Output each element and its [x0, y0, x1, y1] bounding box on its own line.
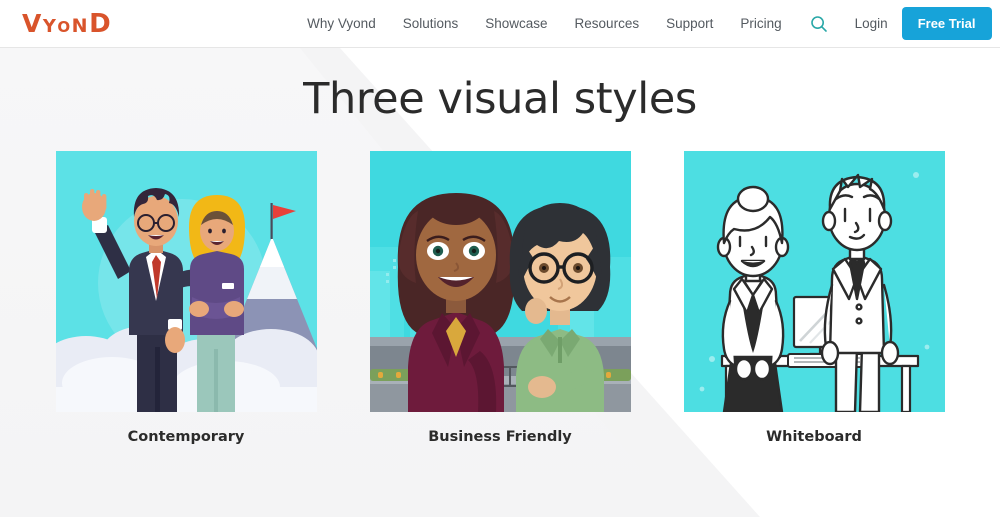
logo-letter-v: V: [22, 11, 42, 36]
logo-letter-o: O: [57, 20, 70, 35]
style-caption-contemporary: Contemporary: [56, 429, 317, 445]
style-caption-whiteboard: Whiteboard: [684, 429, 945, 445]
logo-letter-d: D: [89, 11, 111, 37]
nav-item-showcase[interactable]: Showcase: [485, 16, 547, 31]
style-thumbnail-whiteboard[interactable]: [684, 151, 945, 412]
site-header: V Y O N D Why Vyond Solutions Showcase R…: [0, 0, 1000, 48]
vyond-logo[interactable]: V Y O N D: [22, 11, 111, 37]
style-card-contemporary[interactable]: Contemporary: [56, 151, 317, 445]
whiteboard-illustration: [684, 151, 945, 412]
logo-letter-n: N: [72, 17, 88, 36]
style-thumbnail-contemporary[interactable]: [56, 151, 317, 412]
style-card-business-friendly[interactable]: Business Friendly: [370, 151, 631, 445]
style-card-whiteboard[interactable]: Whiteboard: [684, 151, 945, 445]
style-caption-business-friendly: Business Friendly: [370, 429, 631, 445]
search-icon[interactable]: [809, 14, 829, 34]
nav-item-pricing[interactable]: Pricing: [740, 16, 781, 31]
nav-item-why-vyond[interactable]: Why Vyond: [307, 16, 376, 31]
login-link[interactable]: Login: [855, 16, 888, 31]
nav-item-resources[interactable]: Resources: [575, 16, 640, 31]
style-card-list: Contemporary: [0, 151, 1000, 445]
business-friendly-illustration: [370, 151, 631, 412]
page-title: Three visual styles: [0, 74, 1000, 124]
style-thumbnail-business-friendly[interactable]: [370, 151, 631, 412]
contemporary-illustration: [56, 151, 317, 412]
free-trial-button[interactable]: Free Trial: [902, 7, 992, 40]
nav-item-support[interactable]: Support: [666, 16, 713, 31]
main-navigation: Why Vyond Solutions Showcase Resources S…: [307, 7, 991, 40]
page-root: V Y O N D Why Vyond Solutions Showcase R…: [0, 0, 1000, 517]
logo-letter-y: Y: [43, 18, 57, 36]
nav-item-solutions[interactable]: Solutions: [403, 16, 459, 31]
